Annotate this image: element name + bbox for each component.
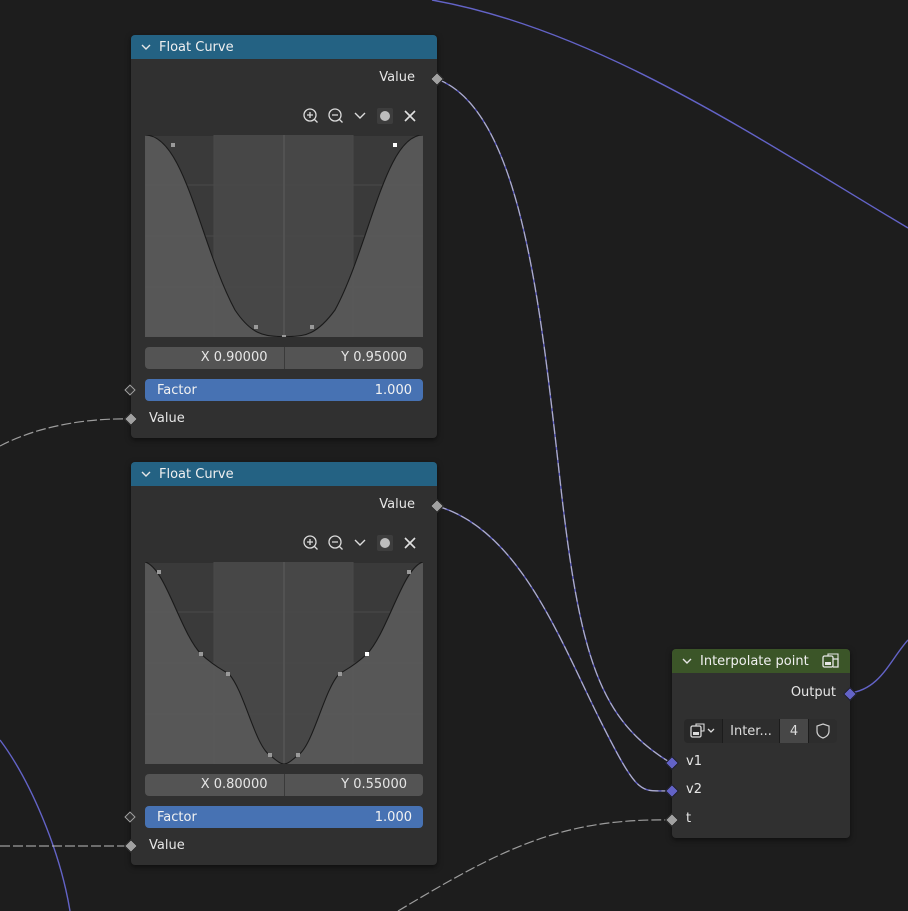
node-title: Float Curve: [159, 39, 234, 55]
fake-user-toggle[interactable]: [808, 719, 837, 743]
vector-link-top-right: [431, 0, 908, 229]
v1-input-label: v1: [686, 754, 702, 769]
point-coordinates: X 0.90000 Y 0.95000: [145, 347, 423, 369]
x-field[interactable]: X 0.80000: [145, 774, 284, 796]
value-input-label: Value: [149, 411, 185, 426]
node-group-icon: [690, 723, 715, 738]
output-label: Value: [379, 497, 415, 512]
zoom-out-icon[interactable]: [326, 534, 344, 552]
clipping-dot-icon[interactable]: [376, 107, 394, 125]
node-header[interactable]: Float Curve: [131, 35, 437, 59]
x-field[interactable]: X 0.90000: [145, 347, 284, 369]
zoom-in-icon[interactable]: [301, 534, 319, 552]
y-field[interactable]: Y 0.95000: [283, 347, 424, 369]
point-coordinates: X 0.80000 Y 0.55000: [145, 774, 423, 796]
curve-toolbar: [301, 534, 419, 552]
chevron-down-icon[interactable]: [141, 43, 151, 51]
user-count-badge[interactable]: 4: [779, 719, 808, 743]
close-icon[interactable]: [401, 534, 419, 552]
node-group-selector: Inter... 4: [684, 719, 837, 743]
float-curve-node-1[interactable]: Float Curve Value X 0.90000 Y 0.95000 Fa…: [123, 35, 445, 438]
node-title: Interpolate point: [700, 653, 809, 669]
curve-widget[interactable]: [145, 562, 423, 764]
chevron-down-icon[interactable]: [351, 534, 369, 552]
curve-toolbar: [301, 107, 419, 125]
float-curve-node-2[interactable]: Float Curve Value X 0.80000 Y 0.55000 Fa…: [123, 462, 445, 865]
chevron-down-icon[interactable]: [682, 657, 692, 665]
chevron-down-icon[interactable]: [141, 470, 151, 478]
factor-value: 1.000: [374, 382, 412, 398]
curve-widget[interactable]: [145, 135, 423, 337]
y-field[interactable]: Y 0.55000: [283, 774, 424, 796]
factor-label: Factor: [157, 382, 197, 398]
node-group-icon[interactable]: [822, 653, 840, 669]
t-input-label: t: [686, 811, 692, 826]
chevron-down-icon[interactable]: [351, 107, 369, 125]
factor-slider[interactable]: Factor 1.000: [145, 379, 423, 401]
vector-link-output-right: [848, 639, 908, 694]
zoom-out-icon[interactable]: [326, 107, 344, 125]
node-title: Float Curve: [159, 466, 234, 482]
value-input-label: Value: [149, 838, 185, 853]
factor-label: Factor: [157, 809, 197, 825]
node-header[interactable]: Interpolate point: [672, 649, 850, 673]
factor-slider[interactable]: Factor 1.000: [145, 806, 423, 828]
close-icon[interactable]: [401, 107, 419, 125]
vector-link-left-bottom: [0, 739, 71, 911]
node-header[interactable]: Float Curve: [131, 462, 437, 486]
output-label: Output: [790, 685, 836, 700]
vector-link-fc1-to-v1: [436, 78, 672, 764]
output-label: Value: [379, 70, 415, 85]
zoom-in-icon[interactable]: [301, 107, 319, 125]
shield-icon: [816, 723, 830, 739]
float-link-fc2-to-v2: [436, 505, 672, 792]
group-browse-button[interactable]: [684, 719, 722, 743]
vector-link-fc2-to-v2: [436, 505, 672, 792]
v2-input-label: v2: [686, 782, 702, 797]
group-name-field[interactable]: Inter...: [722, 719, 779, 743]
float-link-in-fc1: [0, 418, 132, 447]
factor-value: 1.000: [374, 809, 412, 825]
float-link-to-t: [397, 819, 672, 911]
clipping-dot-icon[interactable]: [376, 534, 394, 552]
interpolate-point-node[interactable]: Interpolate point Output Inter... 4 v1 v…: [664, 649, 858, 838]
